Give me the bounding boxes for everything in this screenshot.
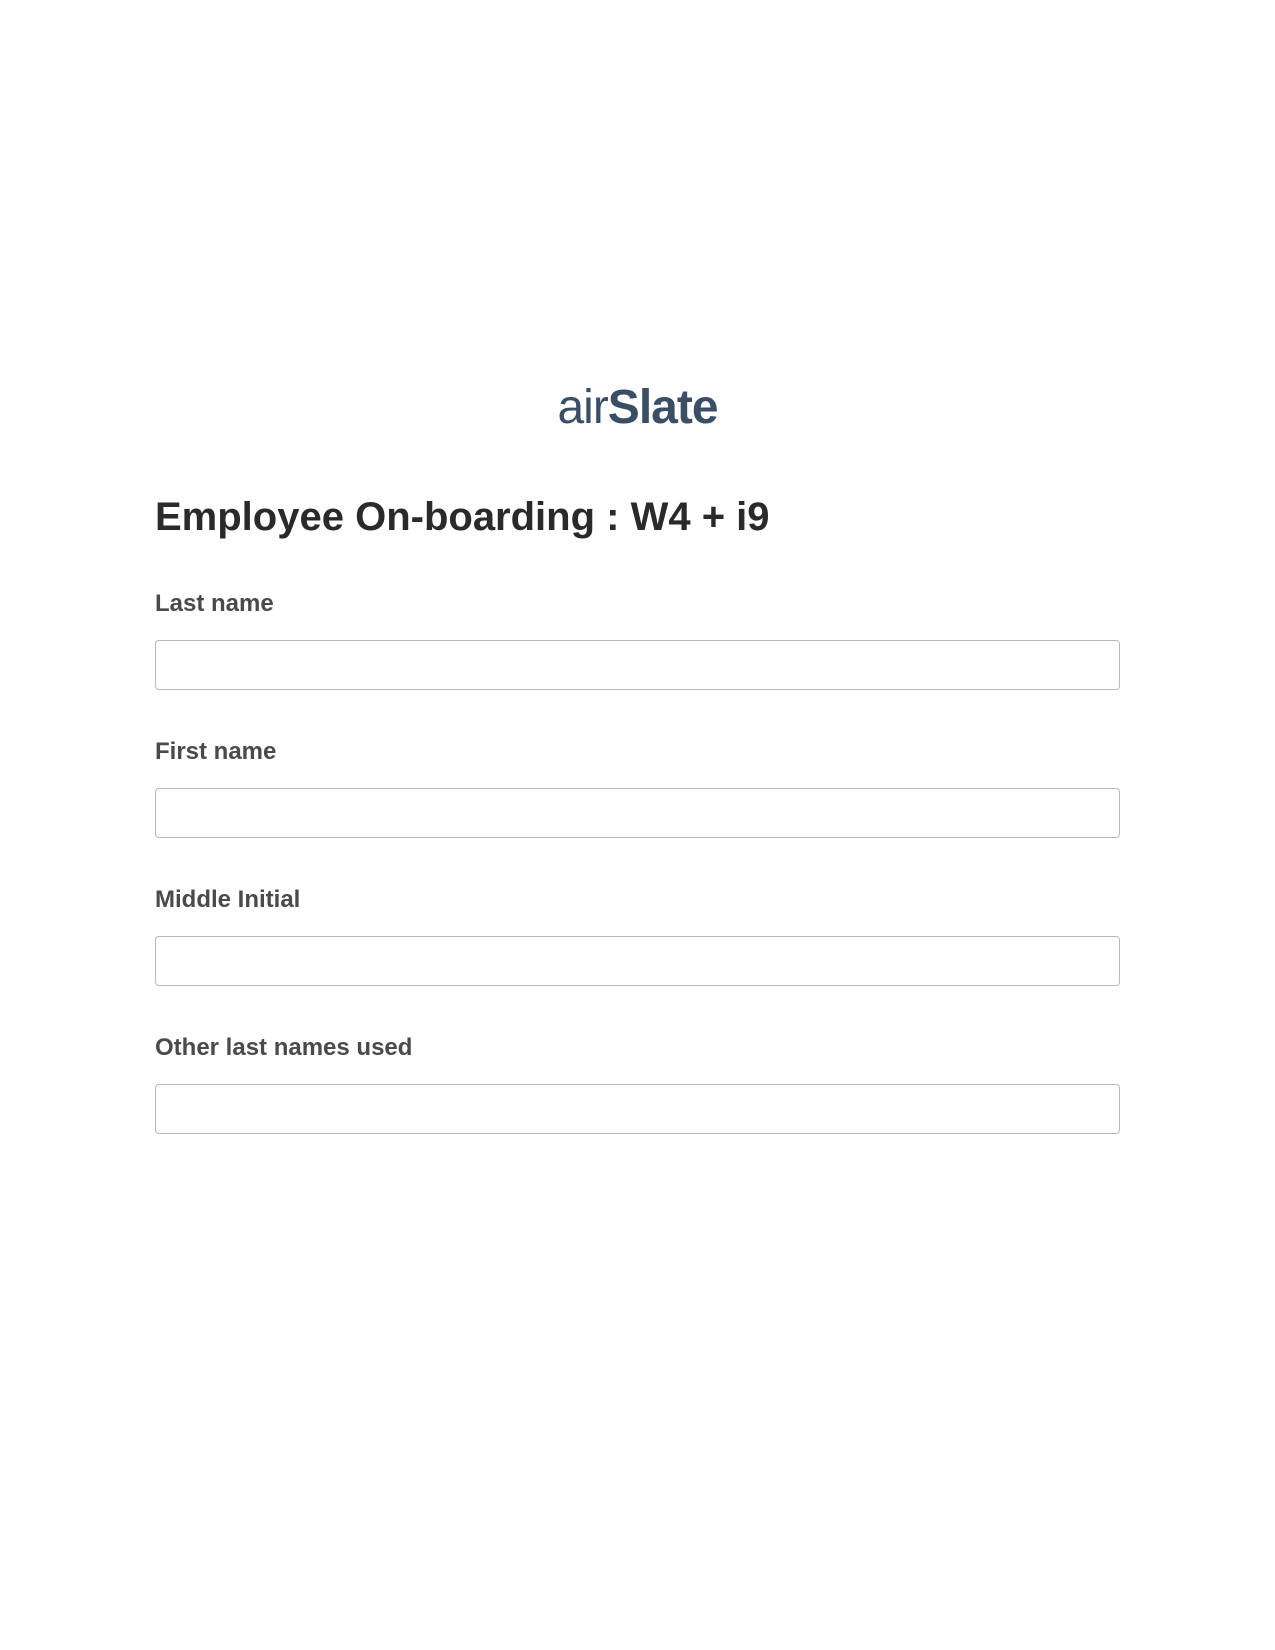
input-middle-initial[interactable] (155, 936, 1120, 986)
logo-part-air: air (557, 381, 607, 434)
airslate-logo: airSlate (557, 380, 717, 435)
input-other-last-names[interactable] (155, 1084, 1120, 1134)
form-content: Employee On-boarding : W4 + i9 Last name… (155, 495, 1120, 1134)
form-group-middle-initial: Middle Initial (155, 886, 1120, 986)
form-container: airSlate Employee On-boarding : W4 + i9 … (0, 0, 1275, 1134)
form-group-other-last-names: Other last names used (155, 1034, 1120, 1134)
label-middle-initial: Middle Initial (155, 886, 1120, 914)
logo-wrapper: airSlate (0, 380, 1275, 435)
label-last-name: Last name (155, 590, 1120, 618)
label-first-name: First name (155, 738, 1120, 766)
logo-part-slate: Slate (608, 381, 718, 434)
input-last-name[interactable] (155, 640, 1120, 690)
form-group-first-name: First name (155, 738, 1120, 838)
form-group-last-name: Last name (155, 590, 1120, 690)
label-other-last-names: Other last names used (155, 1034, 1120, 1062)
input-first-name[interactable] (155, 788, 1120, 838)
page-title: Employee On-boarding : W4 + i9 (155, 495, 1120, 540)
